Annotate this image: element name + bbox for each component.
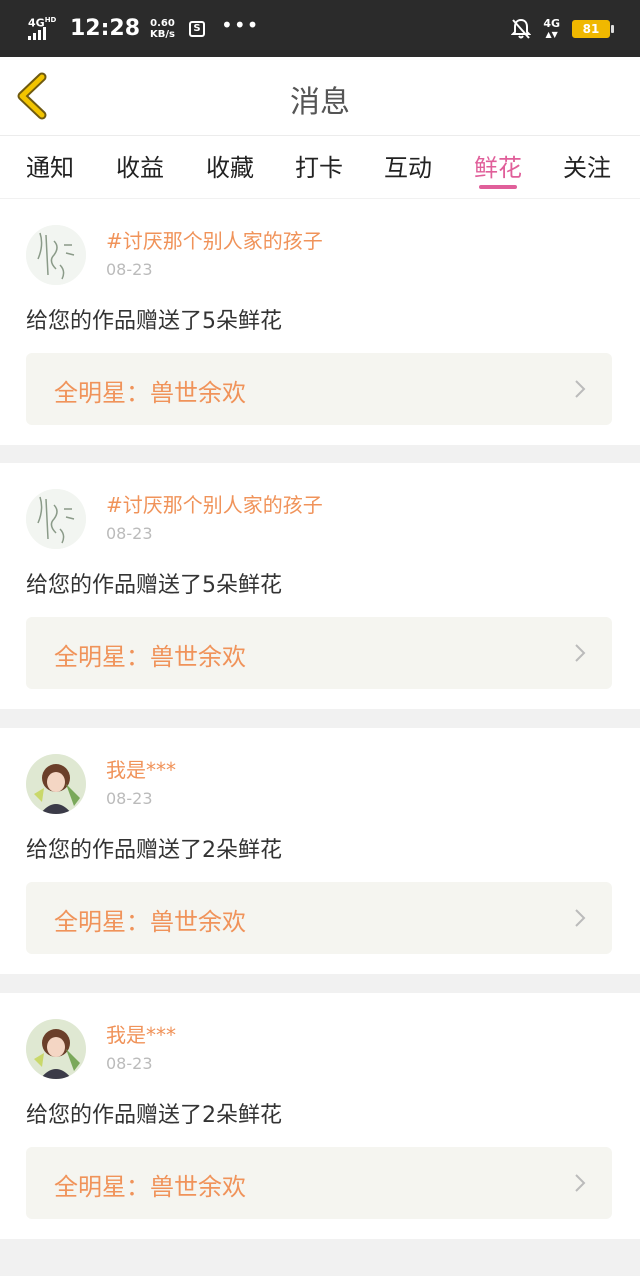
app-notification-icon: S [189,20,206,37]
tab-interactions[interactable]: 互动 [384,148,432,188]
flower-notification-card: #讨厌那个别人家的孩子 08-23 给您的作品赠送了5朵鲜花 全明星：兽世余欢 [0,463,640,709]
work-title: 全明星：兽世余欢 [54,908,246,936]
message-text: 给您的作品赠送了5朵鲜花 [26,309,282,334]
message-text: 给您的作品赠送了5朵鲜花 [26,573,282,598]
work-link[interactable]: 全明星：兽世余欢 [26,353,612,425]
mobile-data-icon: 4G ▲▼ [543,16,560,39]
signal-icon: 4GHD [26,16,56,42]
tab-earnings[interactable]: 收益 [116,148,164,188]
network-speed: 0.60 KB/s [150,17,176,40]
tab-flowers[interactable]: 鲜花 [474,148,522,188]
sender-name[interactable]: #讨厌那个别人家的孩子 [106,489,323,518]
page-title: 消息 [290,85,350,120]
anime-girl-avatar[interactable] [26,754,86,814]
sketch-avatar[interactable] [26,225,86,285]
anime-girl-avatar[interactable] [26,1019,86,1079]
work-title: 全明星：兽世余欢 [54,643,246,671]
battery-icon: 81 [572,19,614,38]
work-title: 全明星：兽世余欢 [54,1173,246,1201]
flower-notification-card: 我是*** 08-23 给您的作品赠送了2朵鲜花 全明星：兽世余欢 [0,728,640,974]
message-date: 08-23 [106,789,153,808]
message-date: 08-23 [106,1054,153,1073]
sender-name[interactable]: 我是*** [106,754,176,783]
status-bar: 4GHD 12:28 0.60 KB/s S ••• 4G ▲▼ 81 [0,0,640,57]
app-header: 消息 [0,57,640,136]
chevron-right-icon [575,644,586,662]
bell-muted-icon [511,18,532,39]
message-date: 08-23 [106,260,153,279]
flower-notification-card: 我是*** 08-23 给您的作品赠送了2朵鲜花 全明星：兽世余欢 [0,993,640,1239]
work-link[interactable]: 全明星：兽世余欢 [26,617,612,689]
chevron-right-icon [575,380,586,398]
sender-name[interactable]: 我是*** [106,1019,176,1048]
work-link[interactable]: 全明星：兽世余欢 [26,1147,612,1219]
message-date: 08-23 [106,524,153,543]
more-notifications-icon: ••• [221,12,260,37]
tab-checkin[interactable]: 打卡 [295,148,343,188]
flower-notification-card: #讨厌那个别人家的孩子 08-23 给您的作品赠送了5朵鲜花 全明星：兽世余欢 [0,199,640,445]
chevron-right-icon [575,909,586,927]
tab-following[interactable]: 关注 [563,148,611,188]
sketch-avatar[interactable] [26,489,86,549]
tab-favorites[interactable]: 收藏 [206,148,254,188]
message-text: 给您的作品赠送了2朵鲜花 [26,1103,282,1128]
clock: 12:28 [70,16,141,41]
chevron-right-icon [575,1174,586,1192]
work-title: 全明星：兽世余欢 [54,379,246,407]
tab-notifications[interactable]: 通知 [26,148,74,188]
work-link[interactable]: 全明星：兽世余欢 [26,882,612,954]
tab-bar: 通知 收益 收藏 打卡 互动 鲜花 关注 [0,136,640,198]
active-tab-indicator [479,185,517,189]
sender-name[interactable]: #讨厌那个别人家的孩子 [106,225,323,254]
message-text: 给您的作品赠送了2朵鲜花 [26,838,282,863]
